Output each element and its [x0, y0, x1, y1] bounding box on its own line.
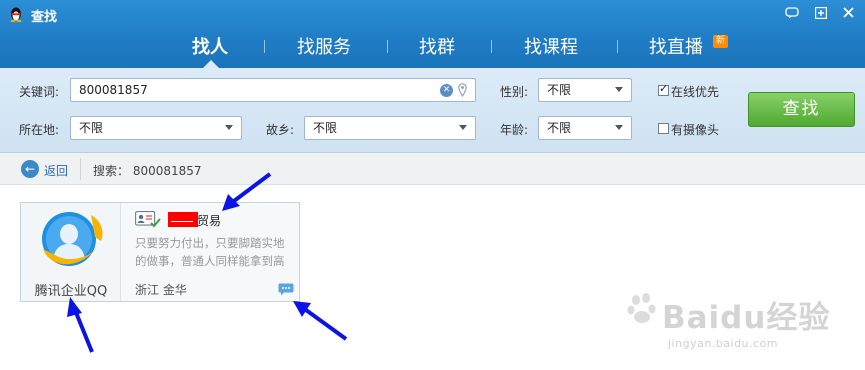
- clear-icon[interactable]: ✕: [440, 84, 453, 97]
- close-icon[interactable]: [838, 4, 858, 22]
- tab-separator: [491, 40, 492, 53]
- age-value: 不限: [547, 121, 572, 135]
- tab-find-people[interactable]: 找人: [192, 33, 228, 59]
- window-title: 查找: [31, 10, 58, 25]
- id-card-icon: [135, 211, 161, 228]
- keyword-value: 800081857: [79, 83, 148, 97]
- online-first-label: 在线优先: [671, 85, 720, 99]
- company-label: 腾讯企业QQ: [34, 284, 108, 299]
- watermark-url: jingyan.baidu.com: [668, 337, 779, 350]
- search-summary: 搜索： 800081857: [93, 164, 202, 178]
- tab-find-course[interactable]: 找课程: [524, 33, 578, 59]
- redacted-name-block: [168, 212, 198, 227]
- gender-label: 性别:: [500, 85, 529, 99]
- location-value: 不限: [79, 121, 104, 135]
- contact-location: 浙江 金华: [135, 283, 187, 297]
- chevron-down-icon: [225, 125, 233, 130]
- qq-penguin-icon: [10, 7, 22, 22]
- back-arrow-icon[interactable]: ←: [21, 160, 39, 178]
- chevron-down-icon: [615, 87, 623, 92]
- header: 查找 找人 找服务 找群 找课程 找直播 新: [0, 0, 865, 68]
- annotation-arrow: [67, 297, 94, 353]
- gender-select[interactable]: 不限: [538, 78, 632, 102]
- tab-find-live[interactable]: 找直播: [649, 33, 703, 59]
- age-select[interactable]: 不限: [538, 116, 632, 140]
- active-tab-pointer: [203, 60, 219, 68]
- enterprise-qq-logo: [42, 212, 103, 266]
- add-icon[interactable]: [811, 4, 831, 22]
- has-camera-label: 有摄像头: [671, 123, 720, 137]
- tab-separator: [264, 40, 265, 53]
- has-camera-checkbox[interactable]: [658, 123, 669, 134]
- feedback-icon[interactable]: [782, 4, 802, 22]
- contact-name[interactable]: 贸易: [197, 212, 221, 229]
- chevron-down-icon: [615, 125, 623, 130]
- location-pin-icon[interactable]: [458, 83, 467, 97]
- keyword-label: 关键词:: [19, 85, 60, 99]
- watermark-brand: Baidu经验: [662, 300, 831, 336]
- contact-description: 只要努力付出，只要脚踏实地的做事，普通人同样能拿到高: [135, 236, 285, 268]
- search-button[interactable]: 查找: [748, 92, 855, 127]
- age-label: 年龄:: [500, 123, 529, 137]
- hometown-value: 不限: [313, 121, 338, 135]
- title-bar: 查找: [0, 0, 865, 28]
- annotation-arrow: [293, 301, 348, 341]
- location-select[interactable]: 不限: [70, 116, 242, 140]
- hometown-select[interactable]: 不限: [304, 116, 476, 140]
- find-window: 查找 找人 找服务 找群 找课程 找直播 新 关键词: 800081857 ✕ …: [0, 0, 865, 370]
- location-label: 所在地:: [19, 123, 60, 137]
- online-first-checkbox[interactable]: [658, 82, 669, 96]
- toolbar-divider: [80, 158, 81, 180]
- back-link[interactable]: 返回: [44, 162, 68, 179]
- chevron-down-icon: [459, 125, 467, 130]
- gender-value: 不限: [547, 83, 572, 97]
- tab-separator: [617, 40, 618, 53]
- new-badge: 新: [713, 35, 728, 48]
- tab-separator: [387, 40, 388, 53]
- tab-find-group[interactable]: 找群: [419, 33, 455, 59]
- search-tabs: 找人 找服务 找群 找课程 找直播: [0, 28, 865, 68]
- hometown-label: 故乡:: [266, 123, 295, 137]
- chat-bubble-icon[interactable]: [278, 283, 294, 296]
- tab-find-service[interactable]: 找服务: [297, 33, 351, 59]
- keyword-input[interactable]: 800081857: [70, 78, 476, 102]
